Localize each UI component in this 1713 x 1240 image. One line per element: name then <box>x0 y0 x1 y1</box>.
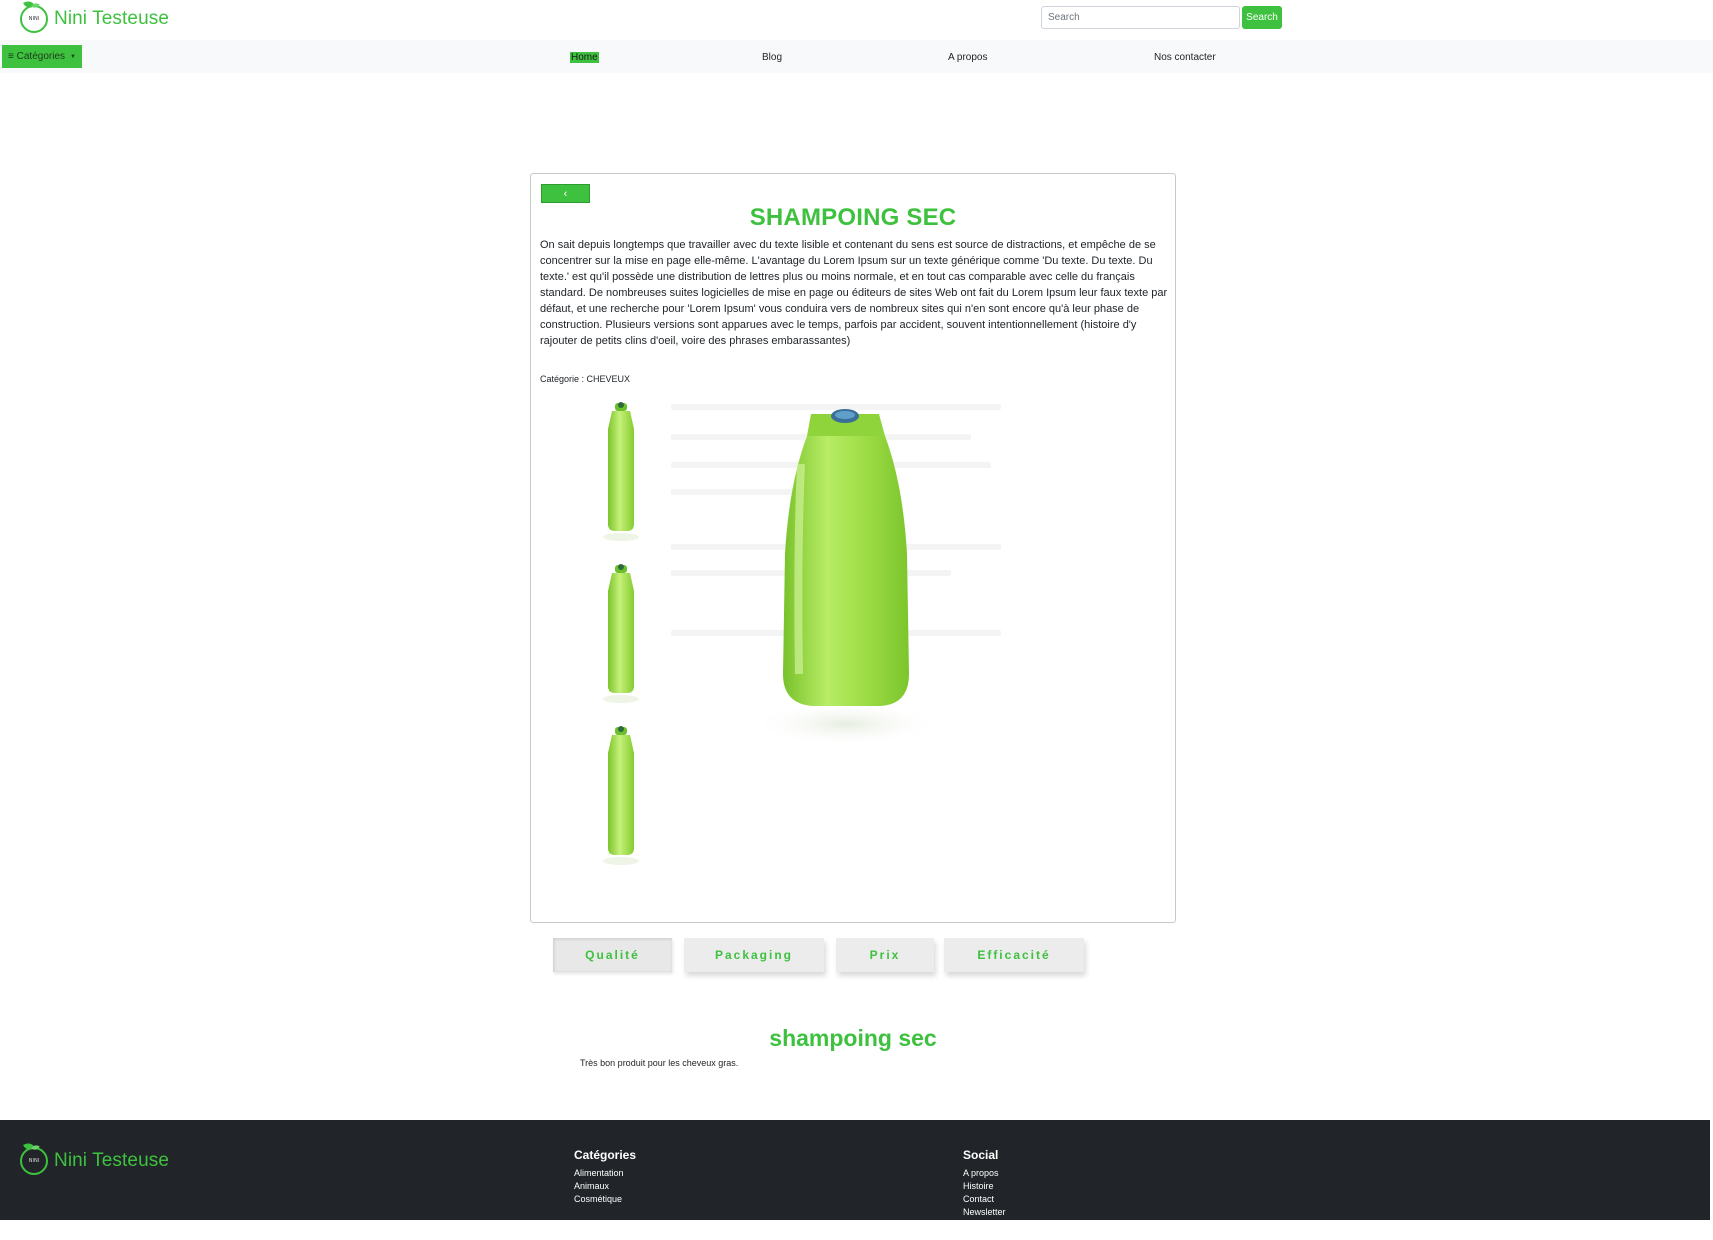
nav-link-about[interactable]: A propos <box>948 52 987 63</box>
search-form: Search <box>1041 6 1282 29</box>
main-navbar: ≡ Catégories ▼ Home Blog A propos Nos co… <box>0 40 1713 73</box>
tab-qualite[interactable]: Qualité <box>553 938 672 972</box>
tab-prix[interactable]: Prix <box>836 938 934 972</box>
logo-icon: NINI <box>20 0 48 33</box>
footer-link-animaux[interactable]: Animaux <box>574 1180 636 1193</box>
footer-categories-title: Catégories <box>574 1148 637 1162</box>
product-title: SHAMPOING SEC <box>749 204 957 231</box>
nav-link-contact[interactable]: Nos contacter <box>1154 52 1216 63</box>
product-card: ‹ SHAMPOING SEC On sait depuis longtemps… <box>530 173 1176 923</box>
review-text: Très bon produit pour les cheveux gras. <box>580 1058 739 1068</box>
product-main-image <box>671 394 1011 764</box>
product-description: On sait depuis longtemps que travailler … <box>540 239 1168 347</box>
footer-social-title: Social <box>963 1148 999 1162</box>
brand-name: Nini Testeuse <box>54 8 170 29</box>
top-bar: NINI Nini Testeuse Search <box>0 0 1713 40</box>
search-input[interactable] <box>1041 6 1240 29</box>
nav-link-home[interactable]: Home <box>570 52 599 63</box>
search-button[interactable]: Search <box>1242 6 1282 29</box>
review-title: shampoing sec <box>769 1025 937 1051</box>
nav-link-blog[interactable]: Blog <box>762 52 782 63</box>
footer: NINI Nini Testeuse Catégories Alimentati… <box>0 1120 1710 1220</box>
back-button[interactable]: ‹ <box>541 184 590 203</box>
tab-packaging[interactable]: Packaging <box>684 938 824 972</box>
logo-icon: NINI <box>20 1141 48 1175</box>
categories-dropdown-button[interactable]: ≡ Catégories ▼ <box>2 45 82 68</box>
product-thumbnail[interactable] <box>591 396 651 546</box>
footer-brand-name: Nini Testeuse <box>54 1150 170 1171</box>
footer-link-apropos[interactable]: A propos <box>963 1167 1006 1180</box>
brand-logo-link[interactable]: NINI Nini Testeuse <box>20 0 170 34</box>
footer-link-histoire[interactable]: Histoire <box>963 1180 1006 1193</box>
product-thumbnail[interactable] <box>591 720 651 870</box>
caret-down-icon: ▼ <box>70 53 76 60</box>
footer-brand[interactable]: NINI Nini Testeuse <box>20 1141 170 1175</box>
product-category: Catégorie : CHEVEUX <box>540 374 631 384</box>
footer-link-contact[interactable]: Contact <box>963 1193 1006 1206</box>
footer-categories: Catégories Alimentation Animaux Cosmétiq… <box>574 1148 636 1206</box>
footer-link-cosmetique[interactable]: Cosmétique <box>574 1193 636 1206</box>
categories-label: ≡ Catégories <box>8 51 66 62</box>
footer-link-newsletter[interactable]: Newsletter <box>963 1206 1006 1219</box>
footer-social: Social A propos Histoire Contact Newslet… <box>963 1148 1006 1219</box>
footer-link-alimentation[interactable]: Alimentation <box>574 1167 636 1180</box>
product-thumbnail[interactable] <box>591 558 651 708</box>
tab-efficacite[interactable]: Efficacité <box>944 938 1084 972</box>
